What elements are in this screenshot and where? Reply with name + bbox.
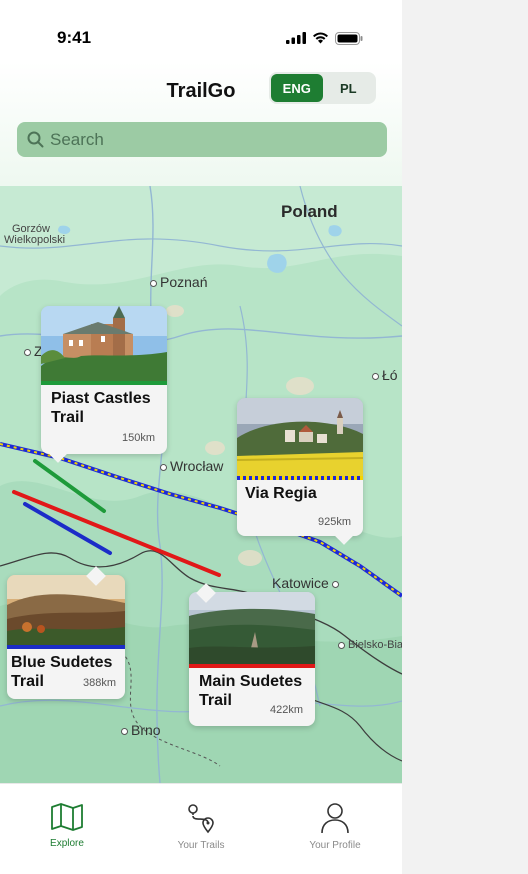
map-label-lodz: Łó — [372, 367, 398, 383]
wifi-icon — [313, 32, 328, 44]
trail-name: Via Regia — [245, 485, 317, 502]
trail-photo-castle — [41, 306, 167, 381]
map-label-bielsko-text: Bielsko-Bia — [348, 639, 402, 651]
trail-card-piast-castles[interactable]: Piast Castles Trail 150km — [41, 306, 167, 463]
trail-photo-ridge — [189, 592, 315, 664]
lang-option-pl[interactable]: PL — [323, 74, 375, 102]
map-label-bielsko: Bielsko-Bia — [338, 640, 402, 651]
trail-card-main-sudetes[interactable]: Main Sudetes Trail 422km — [189, 583, 315, 726]
search-bar[interactable] — [17, 122, 387, 157]
trail-card-blue-sudetes[interactable]: Blue Sudetes Trail 388km — [7, 566, 125, 699]
search-icon — [27, 131, 44, 148]
background-area — [402, 0, 528, 874]
tab-bar: Explore Your Trails Your Profile — [0, 783, 402, 874]
map-label-brno-text: Brno — [131, 722, 161, 738]
map-label-country: Poland — [281, 202, 338, 221]
trail-card-via-regia[interactable]: Via Regia 925km — [237, 398, 363, 545]
header: TrailGo ENG PL — [0, 62, 402, 186]
map-icon — [51, 803, 83, 831]
map-label-katowice: Katowice — [272, 575, 342, 591]
trail-photo-hills — [7, 575, 125, 645]
map-label-brno: Brno — [121, 722, 161, 738]
trail-distance: 422km — [269, 704, 303, 716]
map-label-poznan: Poznań — [150, 274, 207, 290]
tab-explore[interactable]: Explore — [0, 784, 134, 874]
map-view[interactable]: Poland Gorzów Wielkopolski Poznań Z Łó W… — [0, 186, 402, 783]
trail-distance: 150km — [121, 432, 155, 444]
map-label-wroclaw: Wrocław — [160, 458, 223, 474]
signal-icon — [286, 32, 306, 44]
person-icon — [321, 803, 349, 834]
tab-label: Explore — [50, 838, 84, 849]
trail-photo-village — [237, 398, 363, 476]
route-pins-icon — [188, 804, 214, 834]
search-input[interactable] — [50, 129, 370, 150]
tab-label: Your Trails — [177, 840, 225, 851]
map-label-gorzow-line2: Wielkopolski — [4, 234, 66, 246]
trail-distance: 388km — [82, 677, 116, 689]
tab-your-trails[interactable]: Your Trails — [134, 784, 268, 874]
map-label-katowice-text: Katowice — [272, 575, 329, 591]
map-label-wroclaw-text: Wrocław — [170, 458, 224, 474]
tab-your-profile[interactable]: Your Profile — [268, 784, 402, 874]
status-icons — [286, 30, 363, 46]
map-label-poznan-text: Poznań — [160, 274, 208, 290]
phone-screen: 9:41 TrailGo ENG PL Search Poland Gorzów… — [0, 0, 402, 874]
language-toggle: ENG PL — [269, 72, 376, 104]
map-label-gorzow: Gorzów Wielkopolski — [4, 224, 65, 246]
lang-option-eng[interactable]: ENG — [271, 74, 323, 102]
status-time: 9:41 — [57, 28, 92, 47]
map-label-lodz-text: Łó — [382, 367, 398, 383]
tab-label: Your Profile — [309, 840, 361, 851]
trail-name: Piast Castles Trail — [51, 390, 151, 426]
battery-icon — [335, 31, 363, 45]
map-label-z: Z — [24, 343, 43, 359]
status-bar: 9:41 — [0, 0, 402, 62]
